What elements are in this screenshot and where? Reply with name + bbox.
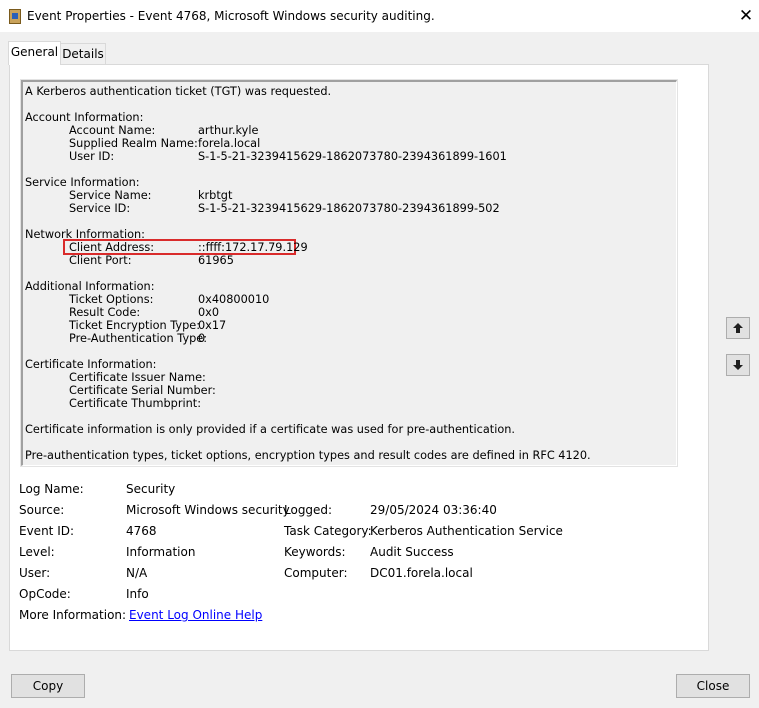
task-category-label: Task Category:	[284, 524, 372, 538]
service-name-value: krbtgt	[198, 189, 233, 202]
cert-serial-label: Certificate Serial Number:	[69, 384, 216, 397]
level-value: Information	[126, 545, 196, 559]
event-log-online-help-link[interactable]: Event Log Online Help	[129, 608, 262, 622]
ticket-options-label: Ticket Options:	[69, 293, 154, 306]
user-id-label: User ID:	[69, 150, 115, 163]
account-name-label: Account Name:	[69, 124, 156, 137]
description-summary: A Kerberos authentication ticket (TGT) w…	[25, 85, 332, 98]
opcode-value: Info	[126, 587, 149, 601]
title-bar: Event Properties - Event 4768, Microsoft…	[0, 0, 759, 32]
pre-auth-type-label: Pre-Authentication Type:	[69, 332, 208, 345]
event-id-value: 4768	[126, 524, 157, 538]
log-name-value: Security	[126, 482, 176, 496]
certificate-note: Certificate information is only provided…	[25, 423, 515, 436]
user-id-value: S-1-5-21-3239415629-1862073780-239436189…	[198, 150, 507, 163]
previous-event-button[interactable]	[726, 317, 750, 339]
supplied-realm-label: Supplied Realm Name:	[69, 137, 198, 150]
event-viewer-icon	[9, 9, 21, 24]
keywords-label: Keywords:	[284, 545, 346, 559]
client-address-value: ::ffff:172.17.79.129	[198, 241, 308, 254]
service-id-value: S-1-5-21-3239415629-1862073780-239436189…	[198, 202, 500, 215]
client-port-value: 61965	[198, 254, 234, 267]
result-code-value: 0x0	[198, 306, 220, 319]
cert-thumbprint-label: Certificate Thumbprint:	[69, 397, 202, 410]
additional-info-header: Additional Information:	[25, 280, 155, 293]
source-value: Microsoft Windows security	[126, 503, 290, 517]
opcode-label: OpCode:	[19, 587, 71, 601]
cert-issuer-label: Certificate Issuer Name:	[69, 371, 206, 384]
client-address-label: Client Address:	[69, 241, 155, 254]
account-name-value: arthur.kyle	[198, 124, 259, 137]
computer-value: DC01.forela.local	[370, 566, 473, 580]
log-name-label: Log Name:	[19, 482, 84, 496]
arrow-down-icon	[733, 360, 743, 370]
supplied-realm-value: forela.local	[198, 137, 261, 150]
account-info-header: Account Information:	[25, 111, 144, 124]
window-title: Event Properties - Event 4768, Microsoft…	[27, 9, 435, 23]
rfc-note: Pre-authentication types, ticket options…	[25, 449, 591, 462]
tab-general[interactable]: General	[8, 41, 61, 65]
certificate-info-header: Certificate Information:	[25, 358, 157, 371]
close-button[interactable]: Close	[676, 674, 750, 698]
encryption-type-label: Ticket Encryption Type:	[69, 319, 201, 332]
tab-details[interactable]: Details	[61, 43, 106, 64]
close-icon[interactable]: ✕	[733, 3, 759, 29]
more-info-label: More Information:	[19, 608, 127, 622]
service-id-label: Service ID:	[69, 202, 131, 215]
event-description-box[interactable]: A Kerberos authentication ticket (TGT) w…	[20, 79, 678, 467]
source-label: Source:	[19, 503, 65, 517]
copy-button[interactable]: Copy	[11, 674, 85, 698]
user-label: User:	[19, 566, 51, 580]
task-category-value: Kerberos Authentication Service	[370, 524, 563, 538]
next-event-button[interactable]	[726, 354, 750, 376]
event-id-label: Event ID:	[19, 524, 75, 538]
keywords-value: Audit Success	[370, 545, 454, 559]
arrow-up-icon	[733, 323, 743, 333]
result-code-label: Result Code:	[69, 306, 141, 319]
computer-label: Computer:	[284, 566, 348, 580]
level-label: Level:	[19, 545, 55, 559]
service-name-label: Service Name:	[69, 189, 152, 202]
service-info-header: Service Information:	[25, 176, 140, 189]
encryption-type-value: 0x17	[198, 319, 227, 332]
logged-value: 29/05/2024 03:36:40	[370, 503, 497, 517]
user-value: N/A	[126, 566, 148, 580]
ticket-options-value: 0x40800010	[198, 293, 270, 306]
pre-auth-type-value: 0	[198, 332, 206, 345]
logged-label: Logged:	[284, 503, 333, 517]
client-port-label: Client Port:	[69, 254, 132, 267]
